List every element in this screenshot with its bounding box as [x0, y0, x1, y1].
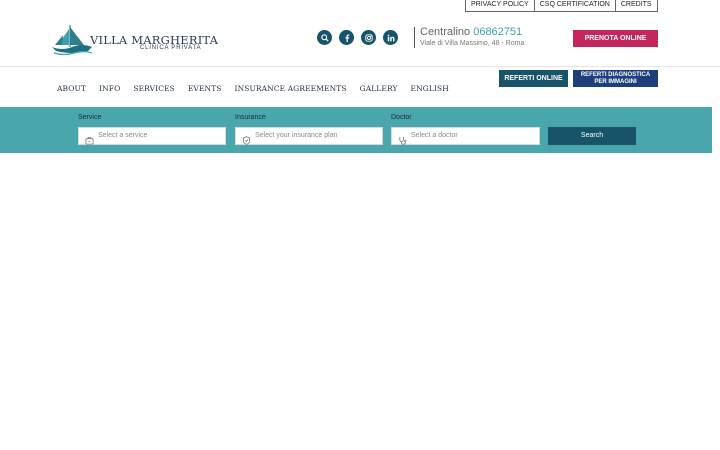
header-divider: [0, 66, 720, 67]
imaging-reports-button[interactable]: REFERTI DIAGNOSTICA PER IMMAGINI: [573, 70, 658, 87]
online-reports-button[interactable]: REFERTI ONLINE: [499, 70, 568, 87]
service-placeholder: Select a service: [98, 132, 148, 139]
switchboard-label: Centralino: [420, 26, 471, 38]
briefcase-icon: [85, 132, 94, 150]
doctor-select[interactable]: Select a doctor: [391, 127, 540, 145]
nav-item-english[interactable]: ENGLISH: [411, 84, 449, 93]
nav-item-services[interactable]: SERVICES: [133, 84, 175, 93]
address-text: Viale di Villa Massimo, 48 - Roma: [420, 40, 525, 47]
imaging-reports-line2: PER IMMAGINI: [594, 79, 637, 85]
search-button[interactable]: Search: [548, 127, 636, 145]
instagram-icon[interactable]: [361, 30, 376, 45]
facebook-icon[interactable]: [339, 30, 354, 45]
stethoscope-icon: [398, 132, 407, 150]
service-select[interactable]: Select a service: [78, 127, 226, 145]
nav-item-info[interactable]: INFO: [99, 84, 120, 93]
shield-check-icon: [242, 132, 251, 150]
search-icon[interactable]: [317, 30, 332, 45]
main-nav: ABOUT INFO SERVICES EVENTS INSURANCE AGR…: [57, 84, 449, 93]
ship-logo-icon: [52, 25, 93, 56]
nav-item-gallery[interactable]: GALLERY: [360, 84, 398, 93]
logo-subtitle: CLINICA PRIVATA: [140, 45, 202, 51]
insurance-label: Insurance: [235, 114, 266, 121]
insurance-placeholder: Select your insurance plan: [255, 132, 338, 139]
nav-item-events[interactable]: EVENTS: [188, 84, 222, 93]
nav-item-insurance-agreements[interactable]: INSURANCE AGREEMENTS: [235, 84, 347, 93]
nav-item-about[interactable]: ABOUT: [57, 84, 86, 93]
linkedin-icon[interactable]: [383, 30, 398, 45]
doctor-placeholder: Select a doctor: [411, 132, 458, 139]
social-icons: [317, 30, 398, 45]
phone-number[interactable]: 06862751: [473, 26, 522, 38]
csq-certification-link[interactable]: CSQ CERTIFICATION: [533, 0, 616, 12]
doctor-label: Doctor: [391, 114, 412, 121]
contact-block: Centralino 06862751 Viale di Villa Massi…: [414, 27, 524, 48]
privacy-policy-link[interactable]: PRIVACY POLICY: [465, 0, 535, 12]
credits-link[interactable]: CREDITS: [614, 0, 658, 12]
book-online-button[interactable]: PRENOTA ONLINE: [573, 30, 658, 47]
site-logo[interactable]: VILLA MARGHERITA CLINICA PRIVATA: [50, 23, 218, 57]
imaging-reports-line1: REFERTI DIAGNOSTICA: [580, 72, 651, 78]
top-utility-links: PRIVACY POLICY CSQ CERTIFICATION CREDITS: [465, 0, 658, 12]
insurance-select[interactable]: Select your insurance plan: [235, 127, 383, 145]
service-label: Service: [78, 114, 102, 121]
